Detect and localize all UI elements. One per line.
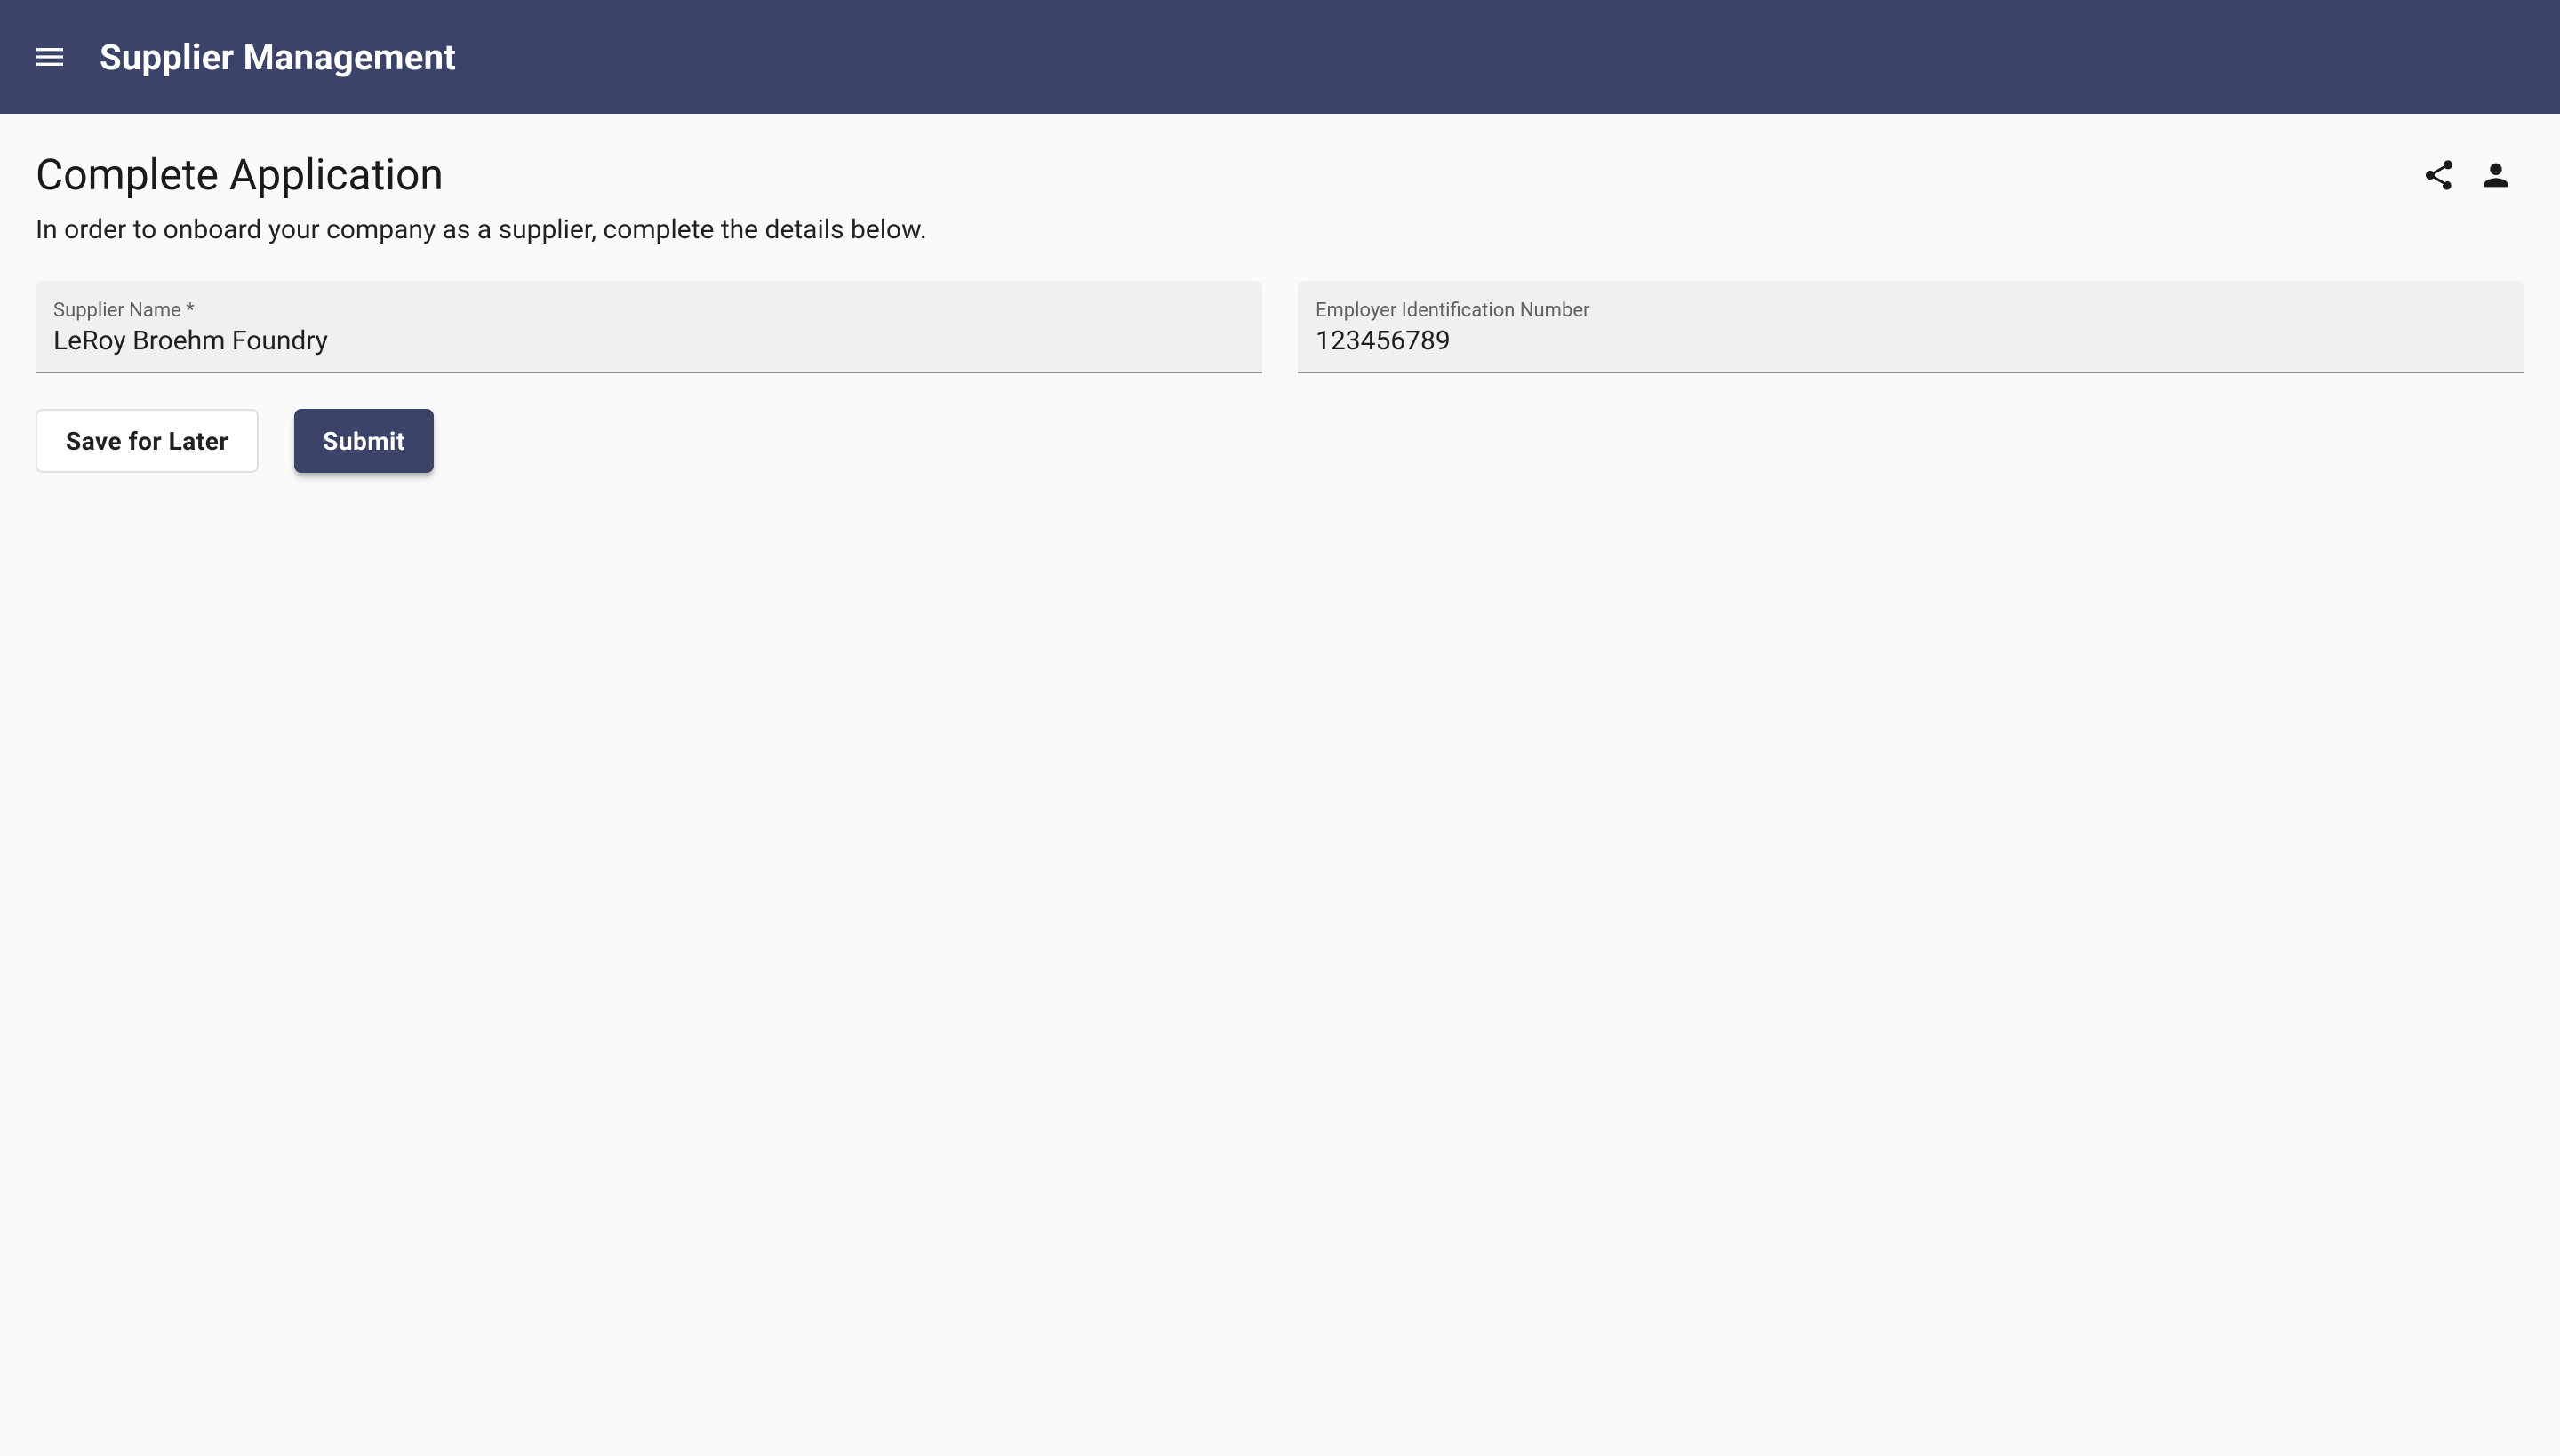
- header-actions: [2418, 154, 2517, 196]
- menu-button[interactable]: [28, 36, 71, 78]
- supplier-name-field[interactable]: Supplier Name *: [36, 281, 1262, 373]
- supplier-name-input[interactable]: [53, 325, 1244, 356]
- profile-button[interactable]: [2475, 154, 2517, 196]
- button-row: Save for Later Submit: [36, 409, 2524, 473]
- menu-icon: [32, 39, 68, 75]
- submit-button[interactable]: Submit: [294, 409, 434, 473]
- save-for-later-button[interactable]: Save for Later: [36, 409, 259, 473]
- page-header: Complete Application: [36, 149, 2524, 200]
- share-button[interactable]: [2418, 154, 2460, 196]
- share-icon: [2421, 157, 2457, 193]
- ein-input[interactable]: [1316, 325, 2507, 356]
- page-description: In order to onboard your company as a su…: [36, 214, 2524, 245]
- form-row: Supplier Name * Employer Identification …: [36, 281, 2524, 373]
- app-bar: Supplier Management: [0, 0, 2560, 114]
- page-title: Complete Application: [36, 149, 444, 200]
- page-content: Complete Application In order to onboard…: [0, 114, 2560, 508]
- ein-field[interactable]: Employer Identification Number: [1298, 281, 2524, 373]
- ein-label: Employer Identification Number: [1316, 300, 2507, 322]
- supplier-name-label: Supplier Name *: [53, 300, 1244, 322]
- person-icon: [2478, 157, 2514, 193]
- app-title: Supplier Management: [100, 36, 456, 78]
